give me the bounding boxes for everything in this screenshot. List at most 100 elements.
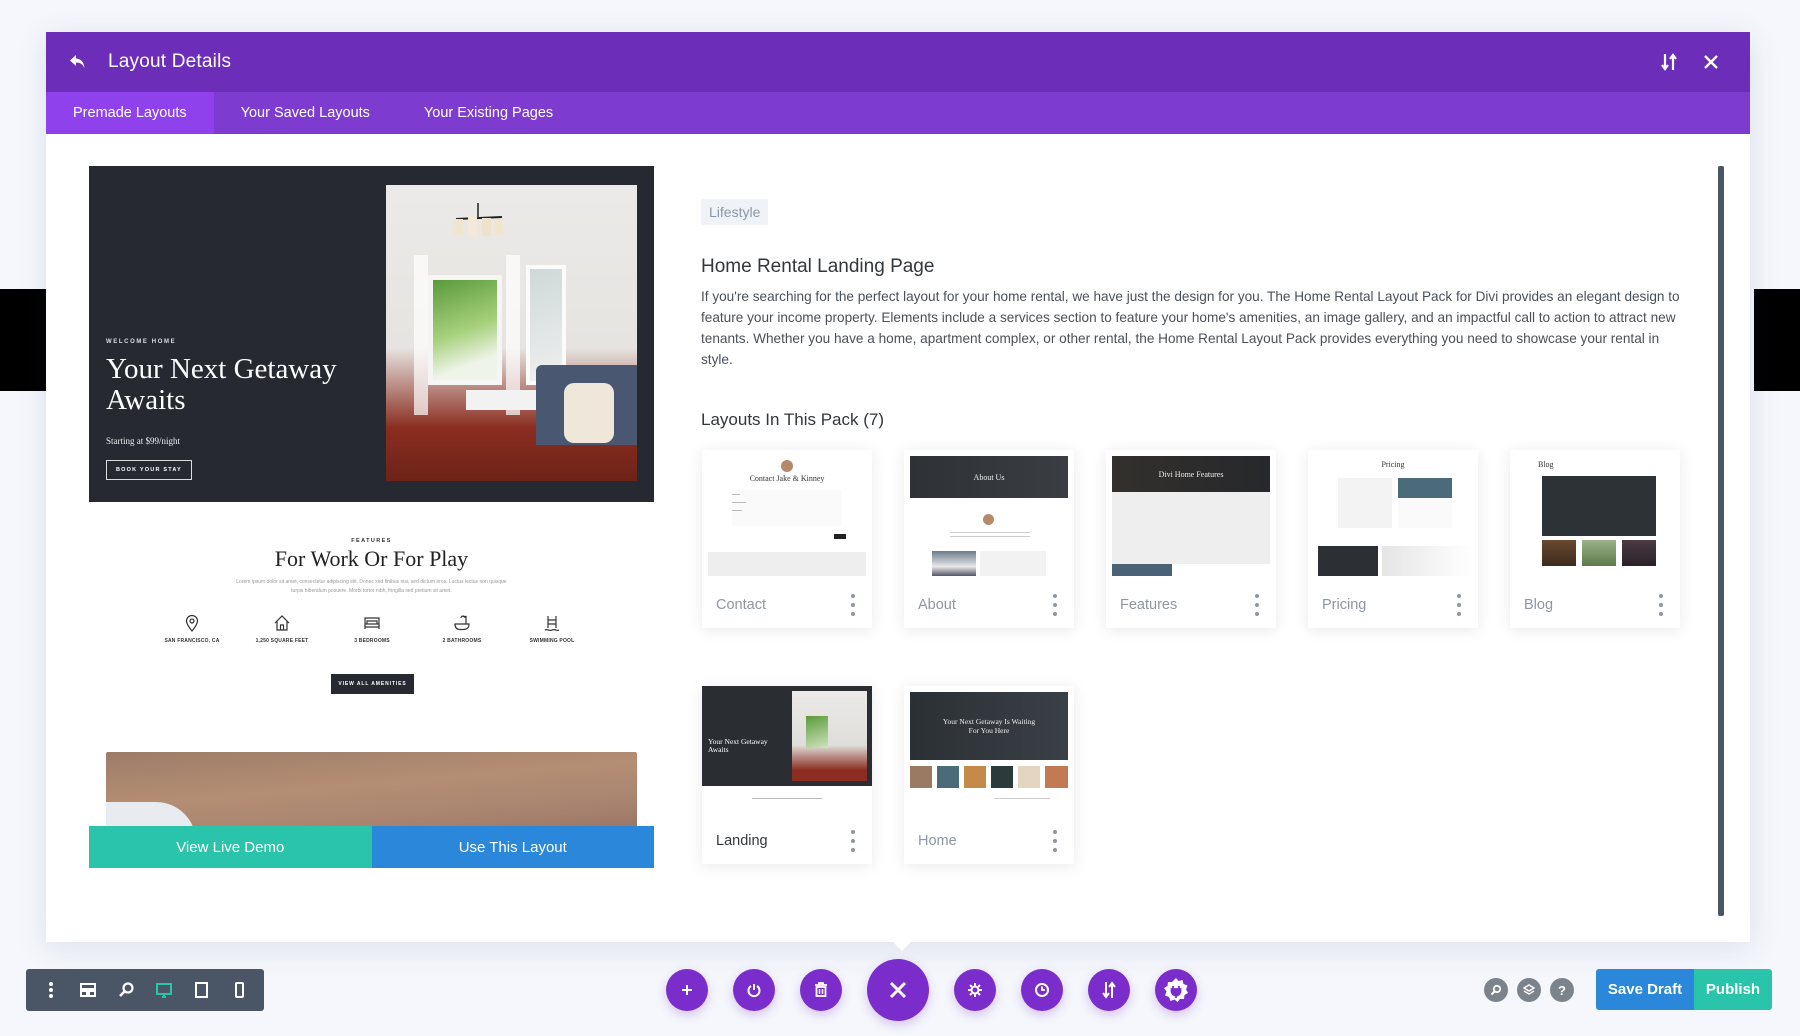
more-options-icon[interactable] bbox=[848, 594, 858, 616]
thumb-title: Contact Jake & Kinney bbox=[749, 474, 825, 483]
amenity-label: SAN FRANCISCO, CA bbox=[164, 638, 220, 644]
pool-ladder-icon bbox=[544, 616, 560, 632]
zoom-icon[interactable] bbox=[111, 975, 141, 1005]
layout-card-pricing[interactable]: Pricing Pricing bbox=[1308, 450, 1478, 628]
layout-card-landing[interactable]: Your Next Getaway Awaits Landing bbox=[702, 686, 872, 864]
view-live-demo-button[interactable]: View Live Demo bbox=[89, 826, 372, 868]
modal-header: Layout Details bbox=[46, 32, 1750, 92]
use-this-layout-button[interactable]: Use This Layout bbox=[371, 826, 654, 868]
layout-card-features[interactable]: Divi Home Features Features bbox=[1106, 450, 1276, 628]
thumb-title: Your Next Getaway Awaits bbox=[708, 737, 768, 754]
layout-preview[interactable]: WELCOME HOME Your Next Getaway Awaits St… bbox=[89, 166, 654, 868]
thumb-title: Your Next Getaway Is Waiting For You Her… bbox=[910, 692, 1068, 760]
amenity-label: SWIMMING POOL bbox=[529, 638, 575, 644]
close-icon[interactable] bbox=[867, 959, 929, 1021]
history-clock-icon[interactable] bbox=[1021, 969, 1063, 1011]
more-options-icon[interactable] bbox=[1656, 594, 1666, 616]
layout-card-label: Features bbox=[1120, 597, 1178, 613]
layout-card-label: Blog bbox=[1524, 597, 1554, 613]
pricing-thumbnail: Pricing bbox=[1314, 456, 1472, 576]
trash-icon[interactable] bbox=[800, 969, 842, 1011]
more-options-icon[interactable] bbox=[1050, 830, 1060, 852]
gear-icon[interactable] bbox=[954, 969, 996, 1011]
builder-actions bbox=[666, 957, 1222, 1023]
preview-room-photo bbox=[386, 185, 637, 481]
layout-details-modal: Layout Details Premade Layouts Your Save… bbox=[46, 32, 1750, 942]
more-options-icon[interactable] bbox=[848, 830, 858, 852]
more-vertical-icon[interactable] bbox=[36, 975, 66, 1005]
thumb-title: Blog bbox=[1538, 460, 1554, 469]
layout-title: Home Rental Landing Page bbox=[701, 256, 935, 277]
desktop-icon[interactable] bbox=[149, 975, 179, 1005]
power-icon[interactable] bbox=[733, 969, 775, 1011]
amenity-label: 3 BEDROOMS bbox=[354, 638, 390, 644]
help-tools: ? bbox=[1484, 978, 1583, 1002]
contact-thumbnail: Contact Jake & Kinney bbox=[708, 456, 866, 576]
right-edge-bar bbox=[1754, 289, 1800, 391]
preview-amenities: SAN FRANCISCO, CA 1,250 SQUARE FEET 3 BE… bbox=[147, 614, 597, 644]
layout-card-home[interactable]: Your Next Getaway Is Waiting For You Her… bbox=[904, 686, 1074, 864]
layout-card-contact[interactable]: Contact Jake & Kinney Contact bbox=[702, 450, 872, 628]
preview-hero: WELCOME HOME Your Next Getaway Awaits St… bbox=[89, 166, 654, 502]
house-icon bbox=[274, 615, 290, 631]
scrollbar[interactable] bbox=[1718, 166, 1724, 916]
modal-pointer bbox=[889, 938, 915, 951]
preview-price: Starting at $99/night bbox=[106, 436, 180, 446]
view-mode-toolbar bbox=[26, 969, 264, 1011]
preview-actions: View Live Demo Use This Layout bbox=[89, 826, 654, 868]
tablet-icon[interactable] bbox=[186, 975, 216, 1005]
preview-features-title: For Work Or For Play bbox=[274, 546, 469, 571]
preview-features-text: Lorem ipsum dolor sit amet, consectetur … bbox=[236, 579, 507, 594]
amenity-item: 1,250 SQUARE FEET bbox=[237, 614, 327, 644]
help-icon[interactable]: ? bbox=[1550, 978, 1574, 1002]
thumb-title: Pricing bbox=[1381, 460, 1405, 469]
preview-welcome-label: WELCOME HOME bbox=[106, 339, 177, 345]
bed-icon bbox=[364, 617, 380, 629]
blog-thumbnail: Blog bbox=[1516, 456, 1674, 576]
save-draft-button[interactable]: Save Draft bbox=[1596, 969, 1694, 1010]
layout-card-label: About bbox=[918, 597, 956, 613]
sort-arrows-icon[interactable] bbox=[1654, 47, 1684, 77]
layers-icon[interactable] bbox=[1517, 978, 1541, 1002]
pack-title: Layouts In This Pack (7) bbox=[701, 410, 884, 429]
tab-existing-pages[interactable]: Your Existing Pages bbox=[397, 92, 580, 134]
undo-arrow-icon[interactable] bbox=[66, 50, 90, 74]
more-options-icon[interactable] bbox=[1252, 594, 1262, 616]
portability-gear-icon[interactable] bbox=[1155, 969, 1197, 1011]
close-icon[interactable] bbox=[1696, 47, 1726, 77]
more-options-icon[interactable] bbox=[1454, 594, 1464, 616]
search-icon[interactable] bbox=[1484, 978, 1508, 1002]
preview-headline: Your Next Getaway Awaits bbox=[106, 353, 337, 416]
layout-card-label: Contact bbox=[716, 597, 766, 613]
plus-icon[interactable] bbox=[666, 969, 708, 1011]
features-thumbnail: Divi Home Features bbox=[1112, 456, 1270, 576]
layout-card-about[interactable]: About Us About bbox=[904, 450, 1074, 628]
layout-card-label: Home bbox=[918, 833, 957, 849]
preview-features-label: FEATURES bbox=[351, 538, 392, 544]
category-tag[interactable]: Lifestyle bbox=[701, 199, 769, 225]
layout-description: If you're searching for the perfect layo… bbox=[701, 289, 1680, 367]
preview-book-button: BOOK YOUR STAY bbox=[106, 460, 192, 480]
map-pin-icon bbox=[185, 614, 199, 632]
more-options-icon[interactable] bbox=[1050, 594, 1060, 616]
home-thumbnail: Your Next Getaway Is Waiting For You Her… bbox=[910, 692, 1068, 812]
layout-card-blog[interactable]: Blog Blog bbox=[1510, 450, 1680, 628]
wireframe-layout-icon[interactable] bbox=[73, 975, 103, 1005]
tab-saved-layouts[interactable]: Your Saved Layouts bbox=[214, 92, 397, 134]
publish-button[interactable]: Publish bbox=[1694, 969, 1772, 1010]
sort-arrows-icon[interactable] bbox=[1088, 969, 1130, 1011]
thumb-title: About Us bbox=[910, 456, 1068, 498]
tab-premade-layouts[interactable]: Premade Layouts bbox=[46, 92, 214, 134]
landing-thumbnail: Your Next Getaway Awaits bbox=[702, 686, 872, 812]
phone-icon[interactable] bbox=[224, 975, 254, 1005]
bathtub-icon bbox=[454, 615, 470, 631]
amenity-label: 2 BATHROOMS bbox=[442, 638, 482, 644]
amenity-item: 2 BATHROOMS bbox=[417, 614, 507, 644]
layout-card-label: Landing bbox=[716, 833, 768, 849]
tab-bar: Premade Layouts Your Saved Layouts Your … bbox=[46, 92, 1750, 134]
amenity-item: SAN FRANCISCO, CA bbox=[147, 614, 237, 644]
left-edge-bar bbox=[0, 289, 46, 391]
layout-card-label: Pricing bbox=[1322, 597, 1367, 613]
about-thumbnail: About Us bbox=[910, 456, 1068, 576]
thumb-title: Divi Home Features bbox=[1112, 456, 1270, 492]
